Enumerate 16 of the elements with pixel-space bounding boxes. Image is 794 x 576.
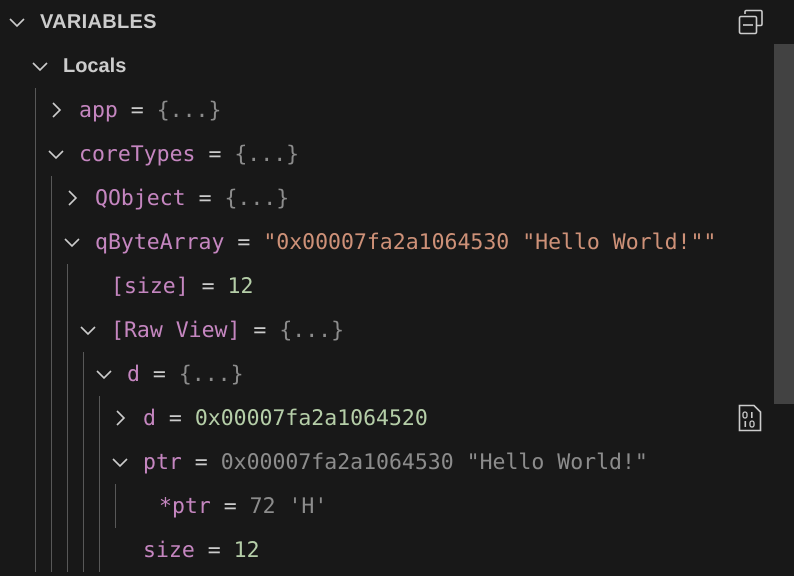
collapse-all-icon[interactable] bbox=[738, 9, 764, 35]
variable-entry[interactable]: app = {...} bbox=[79, 98, 222, 122]
binary-file-icon[interactable] bbox=[738, 404, 762, 432]
scope-label[interactable]: Locals bbox=[63, 54, 126, 78]
variable-entry[interactable]: qByteArray = "0x00007fa2a1064530 "Hello World!"" bbox=[95, 230, 716, 254]
variable-entry[interactable]: coreTypes = {...} bbox=[79, 142, 300, 166]
variable-entry[interactable]: ptr = 0x00007fa2a1064530 "Hello World!" bbox=[143, 450, 648, 474]
variable-entry[interactable]: [Raw View] = {...} bbox=[111, 318, 344, 342]
scrollbar[interactable] bbox=[774, 44, 794, 404]
variable-entry[interactable]: *ptr = 72 'H' bbox=[159, 494, 328, 518]
variable-entry[interactable]: d = {...} bbox=[127, 362, 244, 386]
panel-title: VARIABLES bbox=[40, 10, 157, 34]
variable-entry[interactable]: d = 0x00007fa2a1064520 bbox=[143, 406, 428, 430]
variable-entry[interactable]: QObject = {...} bbox=[95, 186, 290, 210]
variable-entry[interactable]: [size] = 12 bbox=[111, 274, 254, 298]
variable-entry[interactable]: size = 12 bbox=[143, 538, 260, 562]
